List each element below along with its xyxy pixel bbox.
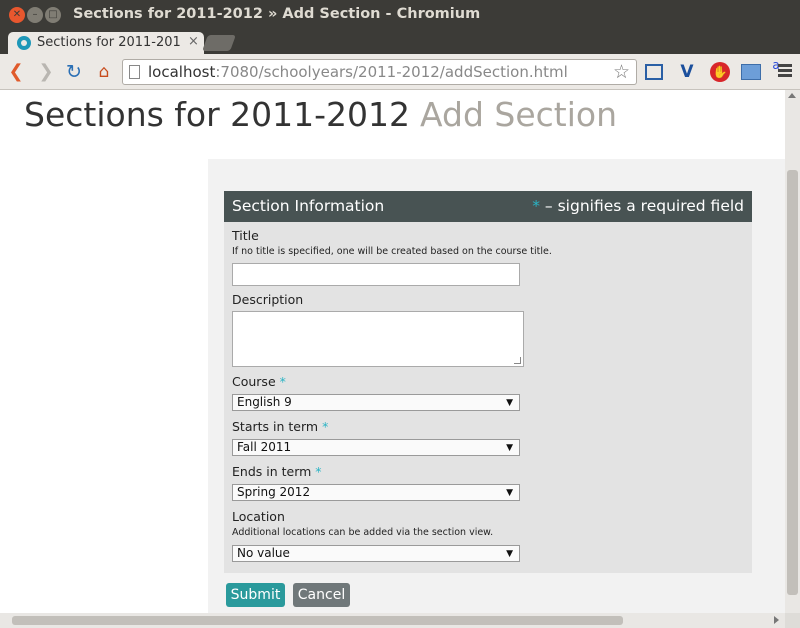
form-header-title: Section Information [232,197,385,215]
image-extension-icon[interactable] [741,64,761,80]
tab-label: Sections for 2011-201 [37,35,181,50]
title-label: Title [232,228,259,243]
location-label: Location [232,509,285,524]
address-bar[interactable]: localhost:7080/schoolyears/2011-2012/add… [122,59,637,85]
title-hint: If no title is specified, one will be cr… [232,246,552,257]
course-select[interactable]: English 9 ▼ [232,394,520,411]
dropdown-arrow-icon: ▼ [506,549,513,559]
vertical-scroll-thumb[interactable] [787,170,798,595]
menu-icon[interactable] [778,64,792,79]
title-input[interactable] [232,263,520,286]
starts-term-label-text: Starts in term [232,419,319,434]
location-selected-value: No value [237,546,290,560]
tab-active[interactable]: Sections for 2011-201 × [8,32,204,54]
site-favicon-icon [17,36,31,50]
fullscreen-extension-icon[interactable] [645,64,663,80]
new-tab-button[interactable] [202,35,236,51]
starts-term-select[interactable]: Fall 2011 ▼ [232,439,520,456]
page-title-main: Sections for 2011-2012 [24,95,411,134]
home-icon[interactable]: ⌂ [93,61,115,83]
window-close-button[interactable]: ✕ [9,7,25,23]
v-extension-icon[interactable]: V [677,62,697,82]
ends-term-label: Ends in term * [232,464,322,479]
scroll-up-arrow-icon[interactable] [788,93,796,98]
page-icon [129,65,140,79]
scroll-right-arrow-icon[interactable] [774,616,779,624]
bookmark-star-icon[interactable]: ☆ [613,61,630,83]
url-host: localhost [148,63,216,81]
ends-term-select[interactable]: Spring 2012 ▼ [232,484,520,501]
page-title-sub: Add Section [420,95,618,134]
tab-strip: Sections for 2011-201 × [0,30,800,54]
required-star: * [315,464,322,479]
stop-extension-icon[interactable]: ✋ [710,62,730,82]
ends-term-label-text: Ends in term [232,464,312,479]
required-star: * [532,197,540,215]
description-textarea[interactable] [232,311,524,367]
location-hint: Additional locations can be added via th… [232,527,494,538]
url-text: localhost:7080/schoolyears/2011-2012/add… [148,63,568,81]
horizontal-scrollbar[interactable] [0,613,785,628]
description-label: Description [232,292,304,307]
dropdown-arrow-icon: ▼ [506,488,513,498]
required-field-note: * – signifies a required field [532,197,744,215]
cancel-button[interactable]: Cancel [293,583,350,607]
starts-term-label: Starts in term * [232,419,328,434]
section-form: Section Information * – signifies a requ… [224,191,752,573]
scrollbar-corner [785,613,800,628]
reload-icon[interactable]: ↻ [63,61,85,83]
page-title: Sections for 2011-2012 Add Section [24,95,617,134]
required-star: * [322,419,329,434]
required-note-text: – signifies a required field [540,197,744,215]
starts-term-selected-value: Fall 2011 [237,440,292,454]
vertical-scrollbar[interactable] [785,90,800,613]
ends-term-selected-value: Spring 2012 [237,485,311,499]
page-viewport: Sections for 2011-2012 Add Section Sectio… [0,90,785,613]
form-header: Section Information * – signifies a requ… [224,191,752,222]
tab-close-icon[interactable]: × [188,34,199,49]
back-arrow-icon[interactable]: ❮ [6,61,26,83]
submit-button[interactable]: Submit [226,583,285,607]
dropdown-arrow-icon: ▼ [506,443,513,453]
url-path: :7080/schoolyears/2011-2012/addSection.h… [215,63,568,81]
window-titlebar: ✕ – □ Sections for 2011-2012 » Add Secti… [0,0,800,30]
window-minimize-button[interactable]: – [27,7,43,23]
dropdown-arrow-icon: ▼ [506,398,513,408]
required-star: * [279,374,286,389]
resize-grip-icon[interactable] [514,357,521,364]
browser-toolbar: ❮ ❯ ↻ ⌂ localhost:7080/schoolyears/2011-… [0,54,800,90]
course-label: Course * [232,374,286,389]
horizontal-scroll-thumb[interactable] [12,616,623,625]
location-select[interactable]: No value ▼ [232,545,520,562]
course-label-text: Course [232,374,276,389]
window-title: Sections for 2011-2012 » Add Section - C… [73,6,481,22]
forward-arrow-icon[interactable]: ❯ [36,61,56,83]
window-maximize-button[interactable]: □ [45,7,61,23]
course-selected-value: English 9 [237,395,292,409]
